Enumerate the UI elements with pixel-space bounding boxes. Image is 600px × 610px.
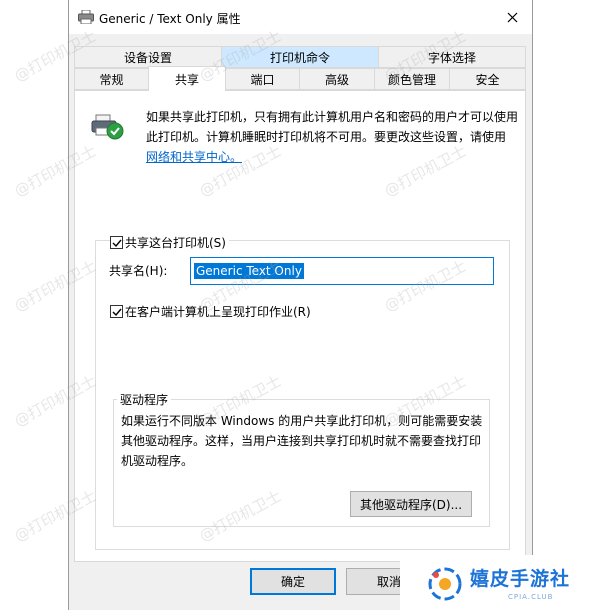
- window-title: Generic / Text Only 属性: [99, 12, 241, 26]
- tab-advanced[interactable]: 高级: [299, 68, 375, 90]
- share-name-label: 共享名(H):: [109, 264, 168, 278]
- brand-watermark: 嬉皮手游社 CPIA.CLUB: [400, 555, 600, 610]
- ok-button[interactable]: 确定: [250, 568, 336, 595]
- other-drivers-button[interactable]: 其他驱动程序(D)...: [350, 491, 472, 517]
- close-icon: [507, 12, 517, 22]
- tab-sharing[interactable]: 共享: [148, 66, 226, 91]
- intro-text: 如果共享此打印机，只有拥有此计算机用户名和密码的用户才可以使用此打印机。计算机睡…: [146, 110, 519, 144]
- checkmark-icon: [112, 308, 122, 316]
- close-button[interactable]: [500, 6, 524, 28]
- tab-color-management[interactable]: 颜色管理: [374, 68, 450, 90]
- share-printer-label[interactable]: 共享这台打印机(S): [125, 234, 229, 251]
- brand-logo-icon: [428, 567, 462, 604]
- checkmark-icon: [112, 239, 122, 247]
- share-name-input[interactable]: Generic Text Only: [190, 257, 494, 285]
- brand-subtitle: CPIA.CLUB: [508, 593, 554, 601]
- tab-security[interactable]: 安全: [449, 68, 526, 90]
- title-bar: Generic / Text Only 属性: [69, 0, 532, 34]
- sharing-intro: 如果共享此打印机，只有拥有此计算机用户名和密码的用户才可以使用此打印机。计算机睡…: [146, 107, 518, 167]
- tab-ports[interactable]: 端口: [225, 68, 300, 90]
- tab-device-settings[interactable]: 设备设置: [74, 46, 222, 68]
- share-name-value: Generic Text Only: [194, 263, 304, 279]
- share-printer-checkbox[interactable]: [110, 236, 123, 249]
- render-jobs-label[interactable]: 在客户端计算机上呈现打印作业(R): [125, 303, 311, 320]
- tab-printer-commands[interactable]: 打印机命令: [221, 46, 379, 68]
- render-jobs-checkbox[interactable]: [110, 305, 123, 318]
- drivers-description: 如果运行不同版本 Windows 的用户共享此打印机，则可能需要安装其他驱动程序…: [121, 414, 483, 468]
- brand-name: 嬉皮手游社: [470, 568, 571, 590]
- tab-general[interactable]: 常规: [74, 68, 149, 90]
- drivers-group-title: 驱动程序: [117, 391, 172, 408]
- network-sharing-center-link[interactable]: 网络和共享中心。: [146, 150, 242, 164]
- tab-font-selection[interactable]: 字体选择: [378, 46, 526, 68]
- printer-icon: [78, 9, 94, 27]
- shared-printer-icon: [91, 112, 125, 145]
- printer-properties-dialog: Generic / Text Only 属性 设备设置 打印机命令 字体选择 常…: [68, 0, 533, 610]
